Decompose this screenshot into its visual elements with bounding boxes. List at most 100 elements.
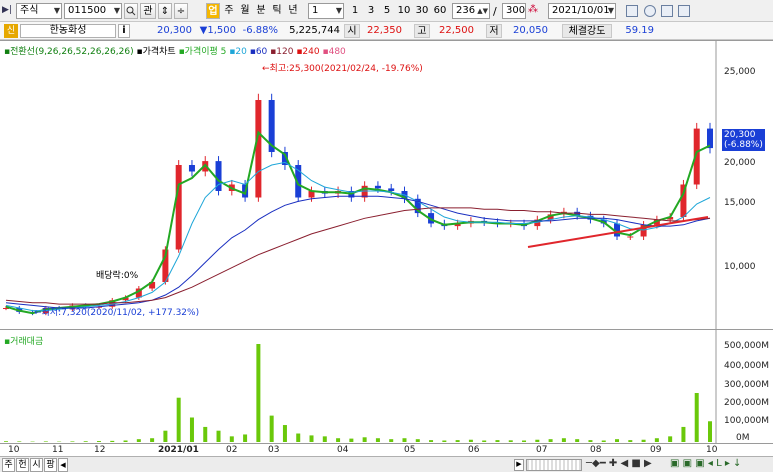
x-tick: 07 [536, 445, 548, 455]
total-input[interactable]: 300 [502, 3, 526, 19]
x-tick: 03 [268, 445, 280, 455]
volume-bar [628, 440, 633, 442]
candle-body [707, 128, 713, 149]
interval-label: 10 [397, 5, 411, 16]
volume-bar [601, 440, 606, 442]
period-tick-button[interactable]: 틱 [270, 3, 284, 19]
search-btn-label: 관 [143, 6, 153, 17]
volume-bar [535, 439, 540, 442]
x-tick: 06 [468, 445, 480, 455]
volume-chart[interactable] [0, 330, 773, 444]
strength-value: 59.19 [625, 25, 654, 36]
info-button[interactable]: i [118, 24, 130, 38]
interval-button[interactable]: 3 [364, 3, 378, 19]
high-label: 고 [414, 24, 430, 38]
volume-tick: 200,000M [724, 398, 769, 408]
view-options-icon[interactable]: ▣ ▣ ▣ ◂ L ▸ ↓ [670, 458, 741, 469]
volume-bar [455, 440, 460, 442]
settings-icon[interactable]: ⁂ [528, 4, 538, 15]
volume-bar [176, 397, 181, 442]
volume-bar [4, 441, 8, 442]
stock-name: 한농화성 [20, 24, 116, 38]
x-tick: 04 [337, 445, 349, 455]
volume-bar [150, 438, 155, 442]
volume-tick: 300,000M [724, 380, 769, 390]
period-label: 주 [224, 5, 234, 16]
period-select-value: 1 [312, 5, 319, 16]
open-price: 22,350 [367, 25, 402, 36]
stock-code-value: 011500 [68, 5, 107, 16]
step-button[interactable]: ÷ [174, 3, 188, 19]
price-tick: 20,000 [724, 158, 756, 168]
volume-bar [522, 440, 527, 442]
tab-market[interactable]: 시 [30, 458, 43, 472]
x-tick: 02 [226, 445, 238, 455]
x-tick: 08 [590, 445, 602, 455]
collapse-icon[interactable]: ▶| [2, 5, 12, 15]
period-minute-button[interactable]: 분 [254, 3, 268, 19]
volume-bar [482, 440, 487, 442]
scroll-left-button[interactable]: ◀ [58, 458, 68, 472]
interval-button[interactable]: 10 [396, 3, 412, 19]
volume-bar [548, 439, 553, 442]
scroll-right-button[interactable]: ▶ [514, 459, 524, 471]
tools-icon[interactable] [678, 5, 690, 17]
volume-bar [70, 441, 75, 442]
volume-bar [615, 439, 620, 442]
volume-bar [110, 440, 115, 442]
min-price-annotation: ←최저:7,320(2020/11/02, +177.32%) [34, 308, 200, 318]
interval-label: 1 [351, 5, 359, 16]
volume-bar [309, 435, 314, 442]
date-input[interactable]: 2021/10/01 ▼ [548, 3, 616, 19]
price-chart[interactable] [0, 41, 773, 329]
save-icon[interactable] [626, 5, 638, 17]
spin-icon: ÷ [176, 6, 186, 17]
market-select[interactable]: 주식 ▼ [16, 3, 62, 19]
interval-button[interactable]: 30 [414, 3, 430, 19]
interval-button[interactable]: 60 [432, 3, 448, 19]
stock-search-button[interactable]: 관 [140, 3, 156, 19]
period-year-button[interactable]: 년 [286, 3, 300, 19]
x-tick: 09 [650, 445, 662, 455]
tab-sell[interactable]: 팡 [44, 458, 57, 472]
search-button[interactable] [124, 3, 138, 19]
price-chart-panel: ▪전환선(9,26,26,52,26,26,26) ▪가격차트 ▪가격이평 5 … [0, 40, 773, 329]
zoom-controls[interactable]: ─◆━ ✚ ◀ ■ ▶ [586, 458, 652, 469]
tick-label: 100,000M [724, 416, 769, 426]
max-price-annotation: ←최고:25,300(2021/02/24, -19.76%) [262, 64, 423, 74]
volume-tick: 0M [736, 433, 750, 443]
period-day-button[interactable]: 업 [206, 3, 220, 19]
print-icon[interactable] [661, 5, 673, 17]
period-select[interactable]: 1 ▼ [308, 3, 344, 19]
spinner-icon: ▲▼ [477, 7, 488, 15]
zoom-icon[interactable] [644, 5, 656, 17]
volume-panel: ▪거래대금 500,000M 400,000M 300,000M 200,000… [0, 329, 773, 444]
volume-bar [136, 439, 141, 442]
count-input[interactable]: 236 ▲▼ [452, 3, 490, 19]
x-tick: 2021/01 [158, 445, 199, 455]
market-select-value: 주식 [20, 5, 39, 16]
volume-bar [17, 441, 22, 442]
x-tick: 12 [94, 445, 106, 455]
volume-bar [641, 439, 646, 442]
interval-button[interactable]: 1 [348, 3, 362, 19]
total-value: 300 [506, 5, 526, 16]
volume-tick: 500,000M [724, 341, 769, 351]
volume-bar [694, 393, 699, 442]
sort-button[interactable]: ⇕ [158, 3, 172, 19]
volume-bar [256, 344, 261, 442]
period-month-button[interactable]: 월 [238, 3, 252, 19]
tab-current[interactable]: 헌 [16, 458, 29, 472]
strength-label: 체결강도 [562, 24, 612, 38]
volume-bar [708, 421, 712, 442]
scrollbar-thumb[interactable] [526, 459, 582, 471]
volume-bar [415, 439, 420, 442]
interval-button[interactable]: 5 [380, 3, 394, 19]
volume-bar [269, 415, 274, 442]
stock-code-input[interactable]: 011500 ▼ [64, 3, 122, 19]
open-label: 시 [344, 24, 360, 38]
tab-week[interactable]: 주 [2, 458, 15, 472]
period-week-button[interactable]: 주 [222, 3, 236, 19]
new-badge: 신 [4, 24, 18, 38]
interval-label: 30 [415, 5, 429, 16]
